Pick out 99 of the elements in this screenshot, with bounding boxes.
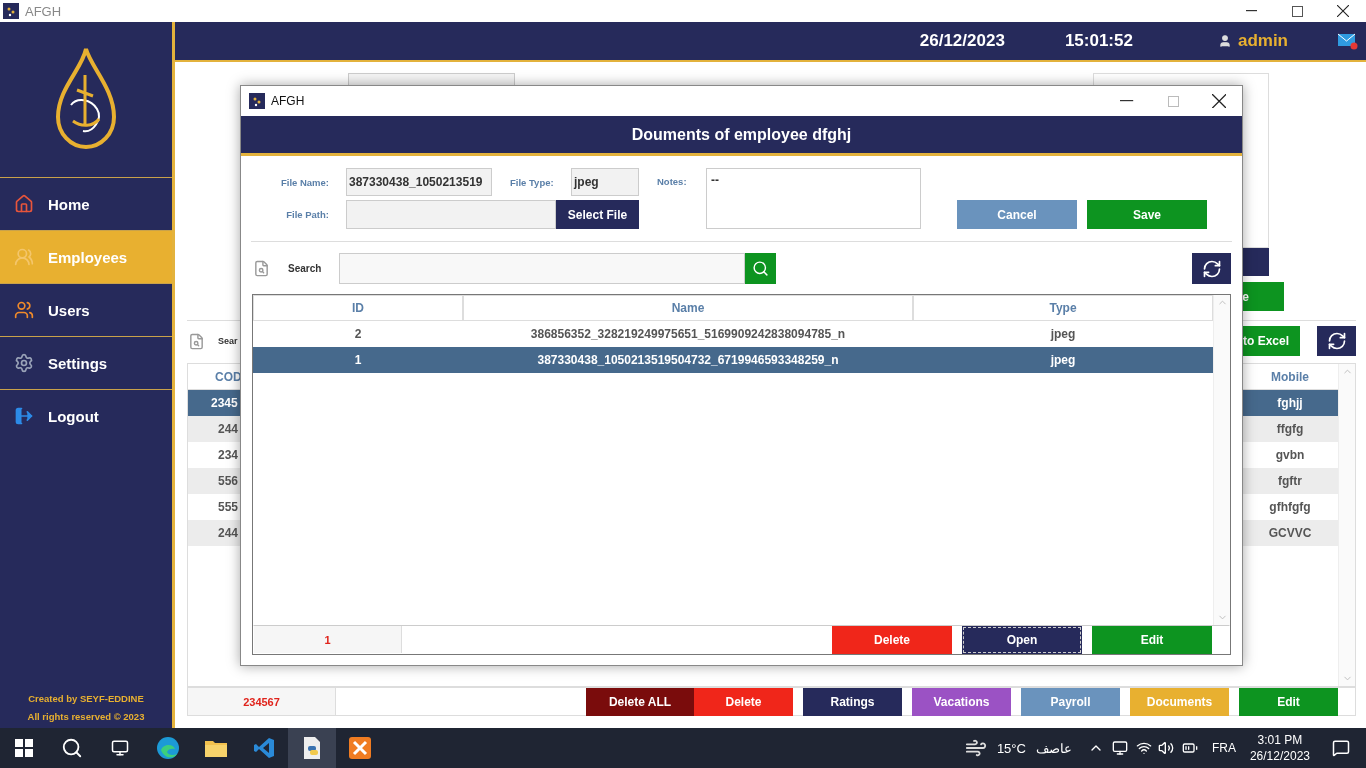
folder-icon — [204, 738, 228, 758]
dialog-title: AFGH — [271, 94, 305, 108]
search-icon — [752, 260, 770, 277]
table-cell-text: fgftr — [1277, 474, 1303, 488]
search-label: Search — [288, 263, 322, 274]
field-label: Notes: — [657, 176, 688, 187]
table-cell-text: 244 — [217, 422, 240, 436]
network-icon[interactable] — [1135, 740, 1152, 756]
browser-icon — [156, 736, 180, 760]
action-button[interactable]: Ratings — [803, 687, 902, 716]
document-icon — [302, 736, 322, 760]
nav-item[interactable]: Settings — [0, 336, 172, 389]
column-header: Type — [913, 295, 1213, 321]
window-title: AFGH — [25, 3, 62, 19]
table-cell-text: jpeg — [1049, 327, 1077, 341]
code-editor-icon — [253, 737, 275, 759]
table-cell-text: jpeg — [1049, 353, 1077, 367]
clock-time: 3:01 PM — [1257, 733, 1303, 747]
action-button[interactable]: Delete — [832, 625, 952, 654]
credit-text: All rights reserved © 2023 — [27, 711, 145, 722]
nav-item[interactable]: Users — [0, 283, 172, 336]
refresh-button[interactable] — [1192, 253, 1231, 284]
table-cell-text: fghjj — [1276, 396, 1304, 410]
table-cell-text: 386856352_328219249975651_5169909242838094785_n — [529, 327, 847, 341]
table-cell-text: ffgfg — [1275, 422, 1305, 436]
date-text: 26/12/2023 — [919, 31, 1005, 51]
app-icon — [3, 3, 19, 19]
column-header: Mobile — [1270, 369, 1310, 384]
close-icon[interactable] — [1337, 5, 1349, 17]
exit-icon — [14, 406, 34, 426]
device-icon[interactable] — [1111, 740, 1128, 756]
column-header: ID — [253, 295, 463, 321]
file-name-field[interactable]: 387330438_1050213519 — [346, 168, 492, 196]
minimize-icon[interactable] — [1120, 100, 1134, 102]
notification-icon[interactable] — [1332, 739, 1350, 757]
gear-icon — [14, 353, 34, 373]
table-cell-text: 555 — [217, 500, 240, 514]
action-button[interactable]: Open — [962, 625, 1082, 654]
temperature-text: 15°C — [996, 740, 1026, 756]
weather-text: عاصف — [1035, 740, 1072, 756]
people-icon — [14, 300, 34, 320]
credit-text: Created by SEYF-EDDINE — [28, 693, 144, 704]
table-cell-text: 556 — [217, 474, 240, 488]
nav-item[interactable]: Logout — [0, 389, 172, 442]
search-label: Sear — [218, 336, 238, 346]
action-button[interactable]: Delete — [694, 687, 793, 716]
people-icon — [14, 247, 34, 267]
action-button[interactable]: Vacations — [912, 687, 1011, 716]
notes-field[interactable]: -- — [706, 168, 921, 229]
language-indicator: FRA — [1211, 741, 1236, 755]
app-icon — [249, 93, 265, 109]
restore-icon[interactable] — [1291, 5, 1303, 17]
refresh-button[interactable] — [1317, 326, 1356, 356]
record-count: 234567 — [188, 688, 336, 715]
table-cell-text: 1 — [353, 353, 363, 367]
clock-date: 26/12/2023 — [1249, 749, 1310, 763]
select-file-button[interactable]: Select File — [556, 200, 639, 229]
table-row[interactable]: 1 387330438_1050213519504732_6719946593348259_n jpeg — [253, 347, 1213, 373]
save-button[interactable]: Save — [1087, 200, 1207, 229]
battery-icon[interactable] — [1181, 740, 1198, 756]
field-label: File Path: — [286, 209, 329, 220]
volume-icon[interactable] — [1157, 740, 1174, 756]
mail-icon[interactable] — [1338, 32, 1358, 50]
app-icon — [348, 736, 372, 760]
file-type-field[interactable]: jpeg — [571, 168, 639, 196]
table-cell-text: 2345 — [210, 396, 239, 410]
search-list-icon — [253, 260, 270, 277]
column-header: COD — [214, 369, 243, 384]
column-header: Name — [463, 295, 913, 321]
field-label: File Name: — [280, 176, 329, 188]
search-list-icon — [188, 332, 205, 350]
table-cell-text: 234 — [217, 448, 240, 462]
table-cell-text: 244 — [217, 526, 240, 540]
close-icon[interactable] — [1211, 93, 1227, 109]
search-icon[interactable] — [61, 737, 83, 759]
minimize-icon[interactable] — [1245, 10, 1257, 12]
refresh-icon — [1326, 331, 1347, 351]
table-cell-text: 387330438_1050213519504732_6719946593348259_n — [536, 353, 840, 367]
weather-icon — [964, 737, 987, 759]
refresh-icon — [1201, 258, 1222, 279]
table-cell-text: 2 — [353, 327, 363, 341]
search-button[interactable] — [745, 253, 777, 284]
time-text: 15:01:52 — [1064, 31, 1133, 51]
action-button[interactable]: Edit — [1239, 687, 1338, 716]
table-cell-text: gfhfgfg — [1268, 500, 1312, 514]
search-field[interactable] — [339, 253, 746, 284]
table-cell-text: gvbn — [1274, 448, 1306, 462]
start-icon[interactable] — [15, 739, 33, 757]
file-path-field[interactable] — [346, 200, 556, 229]
user-icon — [1217, 34, 1232, 48]
house-icon — [14, 194, 34, 214]
user-name: admin — [1237, 31, 1288, 51]
action-button[interactable]: Edit — [1092, 625, 1212, 654]
table-cell-text: GCVVC — [1267, 526, 1313, 540]
field-label: File Type: — [510, 176, 555, 188]
record-count: 1 — [254, 626, 402, 653]
task-view-icon[interactable] — [111, 739, 129, 757]
action-button[interactable]: Delete ALL — [586, 687, 694, 716]
dialog-heading: Douments of employee dfghj — [241, 116, 1242, 156]
